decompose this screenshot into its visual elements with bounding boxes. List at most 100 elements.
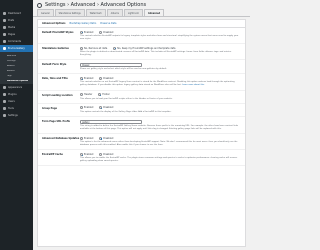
tab-general[interactable]: General: [37, 9, 54, 16]
radio-button[interactable]: [80, 93, 83, 97]
radio-option-disabled[interactable]: Disabled: [99, 30, 114, 34]
radio-option-enabled[interactable]: Enabled: [80, 76, 93, 80]
sidebar-item-label: Comments: [8, 40, 21, 43]
radio-option-enabled[interactable]: Enabled: [80, 136, 94, 140]
sidebar-item-posts[interactable]: Posts: [0, 17, 33, 24]
posts-icon: [3, 19, 6, 22]
sidebar-item-plugins[interactable]: Plugins: [0, 91, 33, 98]
tab-watermark[interactable]: Watermark: [85, 9, 106, 16]
radio-button[interactable]: [80, 46, 83, 50]
setting-row: Group Page Enabled Disabled This option con…: [38, 104, 245, 118]
radio-group: Header Footer: [80, 93, 241, 97]
radio-button[interactable]: [99, 136, 103, 140]
setting-field: Enabled Disabled This option controls the …: [80, 106, 241, 113]
setting-row: Advanced Database Updates Enabled Disabled…: [38, 134, 245, 151]
radio-label: No, Remove all data: [84, 46, 108, 50]
subtab-advanced-options[interactable]: Advanced Options: [42, 22, 66, 25]
tab-lightroom[interactable]: Lightroom: [123, 9, 144, 16]
setting-row: Form Page URL Prefix gallery This string i…: [38, 117, 245, 135]
radio-button[interactable]: [80, 152, 83, 156]
radio-button[interactable]: [98, 93, 102, 97]
setting-label: Script Loading Location: [42, 93, 73, 97]
learn-more-link[interactable]: Learn more about this.: [182, 84, 205, 86]
tab-standalone-settings[interactable]: Standalone Settings: [54, 9, 85, 16]
settings-icon: [3, 114, 6, 117]
page-title: Settings › Advanced › Advanced Options: [45, 2, 147, 8]
radio-button[interactable]: [113, 46, 117, 50]
settings-tabs: General Standalone Settings Watermark Album…: [33, 9, 250, 17]
sidebar-item-media[interactable]: Media: [0, 24, 33, 31]
radio-option-enabled[interactable]: Enabled: [80, 152, 93, 156]
radio-button[interactable]: [80, 106, 83, 110]
sidebar-item-pages[interactable]: Pages: [0, 31, 33, 38]
sidebar-item-label: Plugins: [8, 93, 17, 96]
radio-option-disabled[interactable]: Disabled: [99, 76, 113, 80]
sidebar-item-settings[interactable]: Settings: [0, 112, 33, 119]
settings-panel: Advanced Options Bootstrap Gallery Ratio P…: [37, 19, 246, 247]
setting-label: Standalone Galleries: [42, 47, 69, 51]
radio-label: Enabled: [84, 136, 94, 140]
setting-description: When the plugin is deleted or deactivate…: [80, 51, 232, 56]
sidebar-item-label: Dashboard: [8, 12, 21, 15]
text-input[interactable]: gallery: [80, 119, 142, 124]
plugins-icon: [3, 93, 6, 96]
radio-option-disabled[interactable]: Disabled: [99, 136, 114, 140]
setting-description: This string is added to define the Envir…: [80, 125, 239, 130]
setting-row: EnviraWP Cache Enabled Disabled This allows…: [38, 150, 245, 167]
setting-description: This option is for the advanced users ra…: [80, 141, 238, 147]
radio-option-no-keep-my-envirawp-settings-and-template-data[interactable]: No, Keep my EnviraWP settings and templa…: [113, 46, 176, 50]
wordpress-logo-icon[interactable]: [0, 0, 33, 10]
radio-button[interactable]: [99, 30, 103, 34]
radio-label: Enabled: [84, 106, 94, 110]
radio-option-disabled[interactable]: Disabled: [99, 106, 113, 110]
media-icon: [3, 26, 6, 29]
submenu-item-advanced-options[interactable]: Advanced Options: [0, 78, 33, 83]
subtab-preserve-data[interactable]: Preserve Data: [100, 22, 116, 25]
sidebar-item-label: Settings: [8, 114, 18, 117]
radio-label: Header: [84, 93, 93, 97]
setting-label: EnviraWP Cache: [42, 153, 63, 157]
radio-option-enabled[interactable]: Enabled: [80, 30, 93, 34]
radio-button[interactable]: [80, 136, 83, 140]
setting-field: Enabled Disabled This controls whether Env…: [80, 30, 241, 41]
text-input[interactable]: Classic: [80, 62, 142, 67]
radio-label: Footer: [102, 93, 110, 97]
radio-button[interactable]: [99, 152, 103, 156]
sidebar-item-tools[interactable]: Tools: [0, 105, 33, 112]
setting-label: Default EnviraWP Styles: [42, 31, 74, 34]
setting-row: Default Form Style Classic Please set gall…: [38, 60, 245, 75]
gear-icon: [37, 2, 42, 8]
radio-option-header[interactable]: Header: [80, 93, 93, 97]
sidebar-item-label: Tools: [8, 107, 14, 110]
radio-button[interactable]: [99, 76, 103, 80]
setting-label: Group Page: [42, 106, 58, 110]
radio-label: Disabled: [103, 30, 114, 34]
sidebar-item-label: Media: [8, 26, 16, 29]
radio-label: Disabled: [103, 152, 114, 156]
setting-field: Header Footer This allows you to load your…: [80, 93, 241, 100]
radio-option-enabled[interactable]: Enabled: [80, 106, 94, 110]
submenu-item-label: Albums: [7, 69, 15, 72]
radio-button[interactable]: [80, 30, 83, 34]
setting-row: Default EnviraWP Styles Enabled Disabled Th…: [38, 28, 245, 45]
radio-button[interactable]: [99, 106, 103, 110]
radio-button[interactable]: [80, 76, 83, 80]
sidebar-item-dashboard[interactable]: Dashboard: [0, 10, 33, 17]
radio-option-footer[interactable]: Footer: [98, 93, 110, 97]
tab-advanced[interactable]: Advanced: [144, 9, 165, 16]
tab-albums[interactable]: Albums: [106, 9, 123, 16]
radio-option-disabled[interactable]: Disabled: [99, 152, 114, 156]
radio-group: Enabled Disabled: [80, 152, 241, 156]
sidebar-item-users[interactable]: Users: [0, 98, 33, 105]
sidebar-item-comments[interactable]: Comments: [0, 38, 33, 45]
radio-option-no-remove-all-data[interactable]: No, Remove all data: [80, 46, 108, 50]
sidebar-item-envira-gallery[interactable]: Envira Gallery: [0, 45, 33, 52]
submenu-item-label: Addons: [7, 64, 15, 67]
sidebar-item-appearance[interactable]: Appearance: [0, 84, 33, 91]
radio-group: No, Remove all data No, Keep my EnviraWP …: [80, 46, 241, 50]
dashboard-icon: [3, 12, 6, 15]
radio-label: Disabled: [103, 136, 114, 140]
subtab-bootstrap-gallery-ratio[interactable]: Bootstrap Gallery Ratio: [70, 22, 97, 25]
appearance-icon: [3, 86, 6, 89]
radio-label: No, Keep my EnviraWP settings and templa…: [117, 46, 176, 50]
